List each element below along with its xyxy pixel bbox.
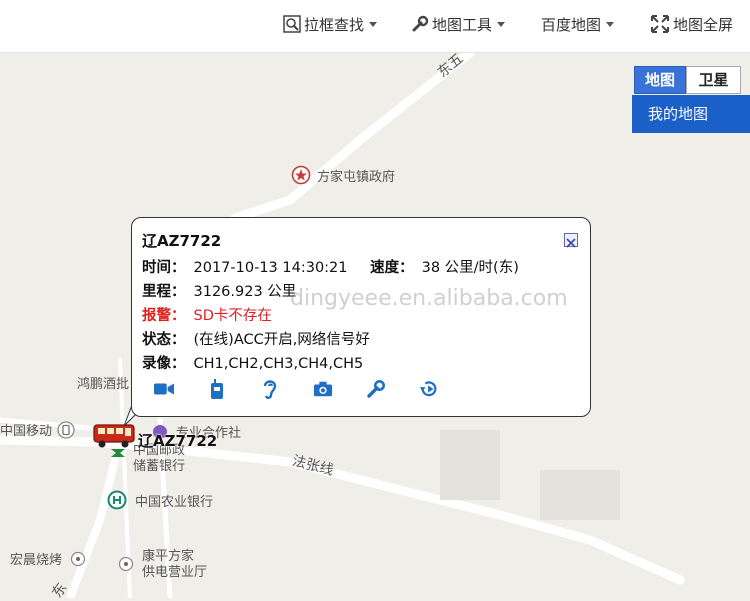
poi-kangping-line2: 供电营业厅 [142, 565, 208, 580]
intercom-icon[interactable] [207, 378, 227, 400]
popup-row-record: 录像： CH1,CH2,CH3,CH4,CH5 [142, 352, 363, 373]
watermark: dingyeee.en.alibaba.com [290, 286, 568, 311]
listen-ear-icon[interactable] [260, 378, 280, 400]
poi-kangping-label: 康平方家 供电营业厅 [142, 549, 207, 581]
frame-search-label: 拉框查找 [304, 15, 365, 34]
poi-abc[interactable]: 中国农业银行 [107, 490, 213, 510]
my-map-menu-item[interactable]: 我的地图 [632, 95, 750, 133]
record-value: CH1,CH2,CH3,CH4,CH5 [193, 356, 364, 372]
playback-icon[interactable] [419, 378, 439, 400]
alarm-value: SD卡不存在 [193, 308, 272, 324]
poi-postal-line2: 储蓄银行 [133, 459, 186, 474]
time-label: 时间： [142, 260, 186, 276]
speed-value: 38 公里/时(东) [421, 260, 519, 276]
chevron-down-icon [606, 21, 615, 27]
close-icon[interactable] [564, 233, 578, 248]
wrench-icon [412, 15, 429, 32]
poi-china-mobile-label: 中国移动 [0, 424, 53, 439]
vehicle-plate-label: 辽AZ7722 [138, 432, 218, 450]
poi-government[interactable]: 方家屯镇政府 [291, 165, 395, 185]
mileage-label: 里程： [142, 284, 186, 300]
vehicle-info-popup: 辽AZ7722 时间： 2017-10-13 14:30:21 速度： 38 公里/… [131, 217, 591, 417]
poi-kangping-line1: 康平方家 [142, 549, 195, 564]
popup-row-alarm: 报警： SD卡不存在 [142, 304, 272, 325]
government-icon [291, 165, 311, 185]
popup-actions [154, 378, 439, 400]
frame-search-button[interactable]: 拉框查找 [283, 12, 378, 36]
dot-marker-icon [70, 551, 86, 566]
baidu-map-label: 百度地图 [541, 15, 602, 34]
speed-label: 速度： [370, 260, 414, 276]
poi-hongchen-label: 宏晨烧烤 [10, 553, 63, 568]
poi-government-label: 方家屯镇政府 [317, 169, 396, 185]
poi-china-mobile[interactable]: 中国移动 [0, 420, 75, 439]
status-label: 状态： [142, 332, 186, 348]
baidu-map-button[interactable]: 百度地图 [541, 12, 615, 36]
popup-row-status: 状态： (在线)ACC开启,网络信号好 [142, 328, 370, 349]
popup-row-mileage: 里程： 3126.923 公里 [142, 280, 296, 301]
poi-hongpeng[interactable]: 鸿鹏酒批 [77, 373, 129, 392]
map-type-satellite-button[interactable]: 卫星 [686, 66, 741, 94]
popup-title: 辽AZ7722 [142, 232, 222, 250]
time-value: 2017-10-13 14:30:21 [193, 260, 348, 276]
abc-bank-icon [107, 490, 127, 510]
fullscreen-label: 地图全屏 [673, 15, 734, 34]
status-value: (在线)ACC开启,网络信号好 [193, 332, 370, 348]
snapshot-camera-icon[interactable] [313, 378, 333, 400]
poi-hongchen[interactable]: 宏晨烧烤 [10, 549, 86, 568]
top-toolbar: 拉框查找 地图工具 百度地图 地图全屏 [0, 0, 750, 53]
alarm-label: 报警： [142, 308, 186, 324]
popup-row-time: 时间： 2017-10-13 14:30:21 速度： 38 公里/时(东) [142, 256, 519, 277]
fullscreen-button[interactable]: 地图全屏 [650, 12, 733, 36]
poi-kangping[interactable]: 康平方家 供电营业厅 [118, 549, 207, 581]
magnifier-frame-icon [283, 15, 301, 33]
record-label: 录像： [142, 356, 186, 372]
settings-wrench-icon[interactable] [366, 378, 386, 400]
video-camera-icon[interactable] [154, 378, 174, 400]
mileage-value: 3126.923 公里 [193, 284, 297, 300]
map-tools-label: 地图工具 [432, 15, 493, 34]
fullscreen-icon [651, 15, 669, 33]
phone-icon [57, 420, 75, 439]
map-type-map-button[interactable]: 地图 [634, 66, 686, 94]
chevron-down-icon [369, 21, 378, 27]
map-tools-button[interactable]: 地图工具 [411, 12, 506, 36]
chevron-down-icon [497, 21, 506, 27]
dot-marker-icon [118, 556, 134, 572]
poi-abc-label: 中国农业银行 [135, 494, 214, 510]
